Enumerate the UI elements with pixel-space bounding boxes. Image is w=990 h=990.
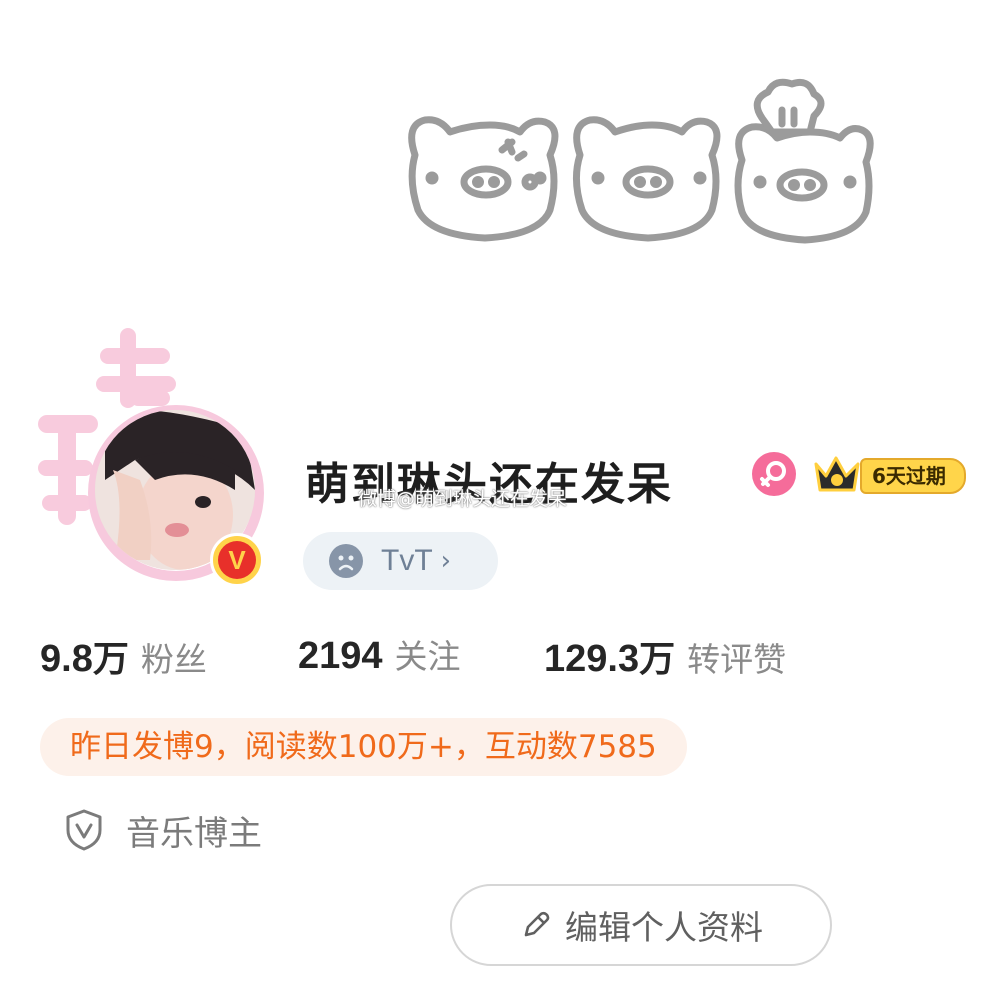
edit-profile-label: 编辑个人资料 — [565, 908, 763, 947]
vip-badge[interactable]: 6天过期 — [810, 450, 986, 498]
profile-stats: 9.8万 粉丝 2194 关注 129.3万 转评赞 — [40, 630, 940, 690]
stat-following[interactable]: 2194 关注 — [298, 630, 461, 678]
stat-value: 2194 — [298, 635, 383, 677]
stat-unit: 万 — [92, 639, 129, 680]
edit-profile-button[interactable]: 编辑个人资料 — [450, 884, 832, 966]
creator-tag[interactable]: 音乐博主 — [64, 805, 262, 855]
stat-value: 129.3 — [544, 638, 640, 680]
stat-interactions[interactable]: 129.3万 转评赞 — [544, 630, 786, 682]
sad-face-icon — [329, 544, 363, 578]
pencil-icon — [524, 911, 550, 937]
vip-expiry-label: 6天过期 — [860, 458, 966, 494]
female-icon — [752, 452, 796, 496]
stat-label: 转评赞 — [687, 640, 787, 679]
stat-label: 粉丝 — [140, 640, 207, 679]
verified-v-badge: V — [210, 533, 264, 587]
stat-unit: 万 — [639, 639, 676, 680]
mood-text: TvT — [381, 544, 433, 577]
watermark-text: 微博@萌到琳头还在发呆 — [358, 488, 568, 510]
stat-label: 关注 — [394, 637, 461, 676]
stat-value: 9.8 — [40, 638, 93, 680]
cover-pig-doodles — [408, 78, 874, 244]
tag-label: 音乐博主 — [126, 813, 262, 854]
stat-followers[interactable]: 9.8万 粉丝 — [40, 630, 207, 682]
activity-summary[interactable]: 昨日发博9，阅读数100万+，互动数7585 — [40, 718, 687, 776]
chevron-right-icon: › — [440, 546, 452, 576]
shield-v-icon — [66, 809, 102, 851]
mood-status-pill[interactable]: TvT › — [303, 532, 498, 590]
verified-v-icon: V — [218, 541, 256, 579]
